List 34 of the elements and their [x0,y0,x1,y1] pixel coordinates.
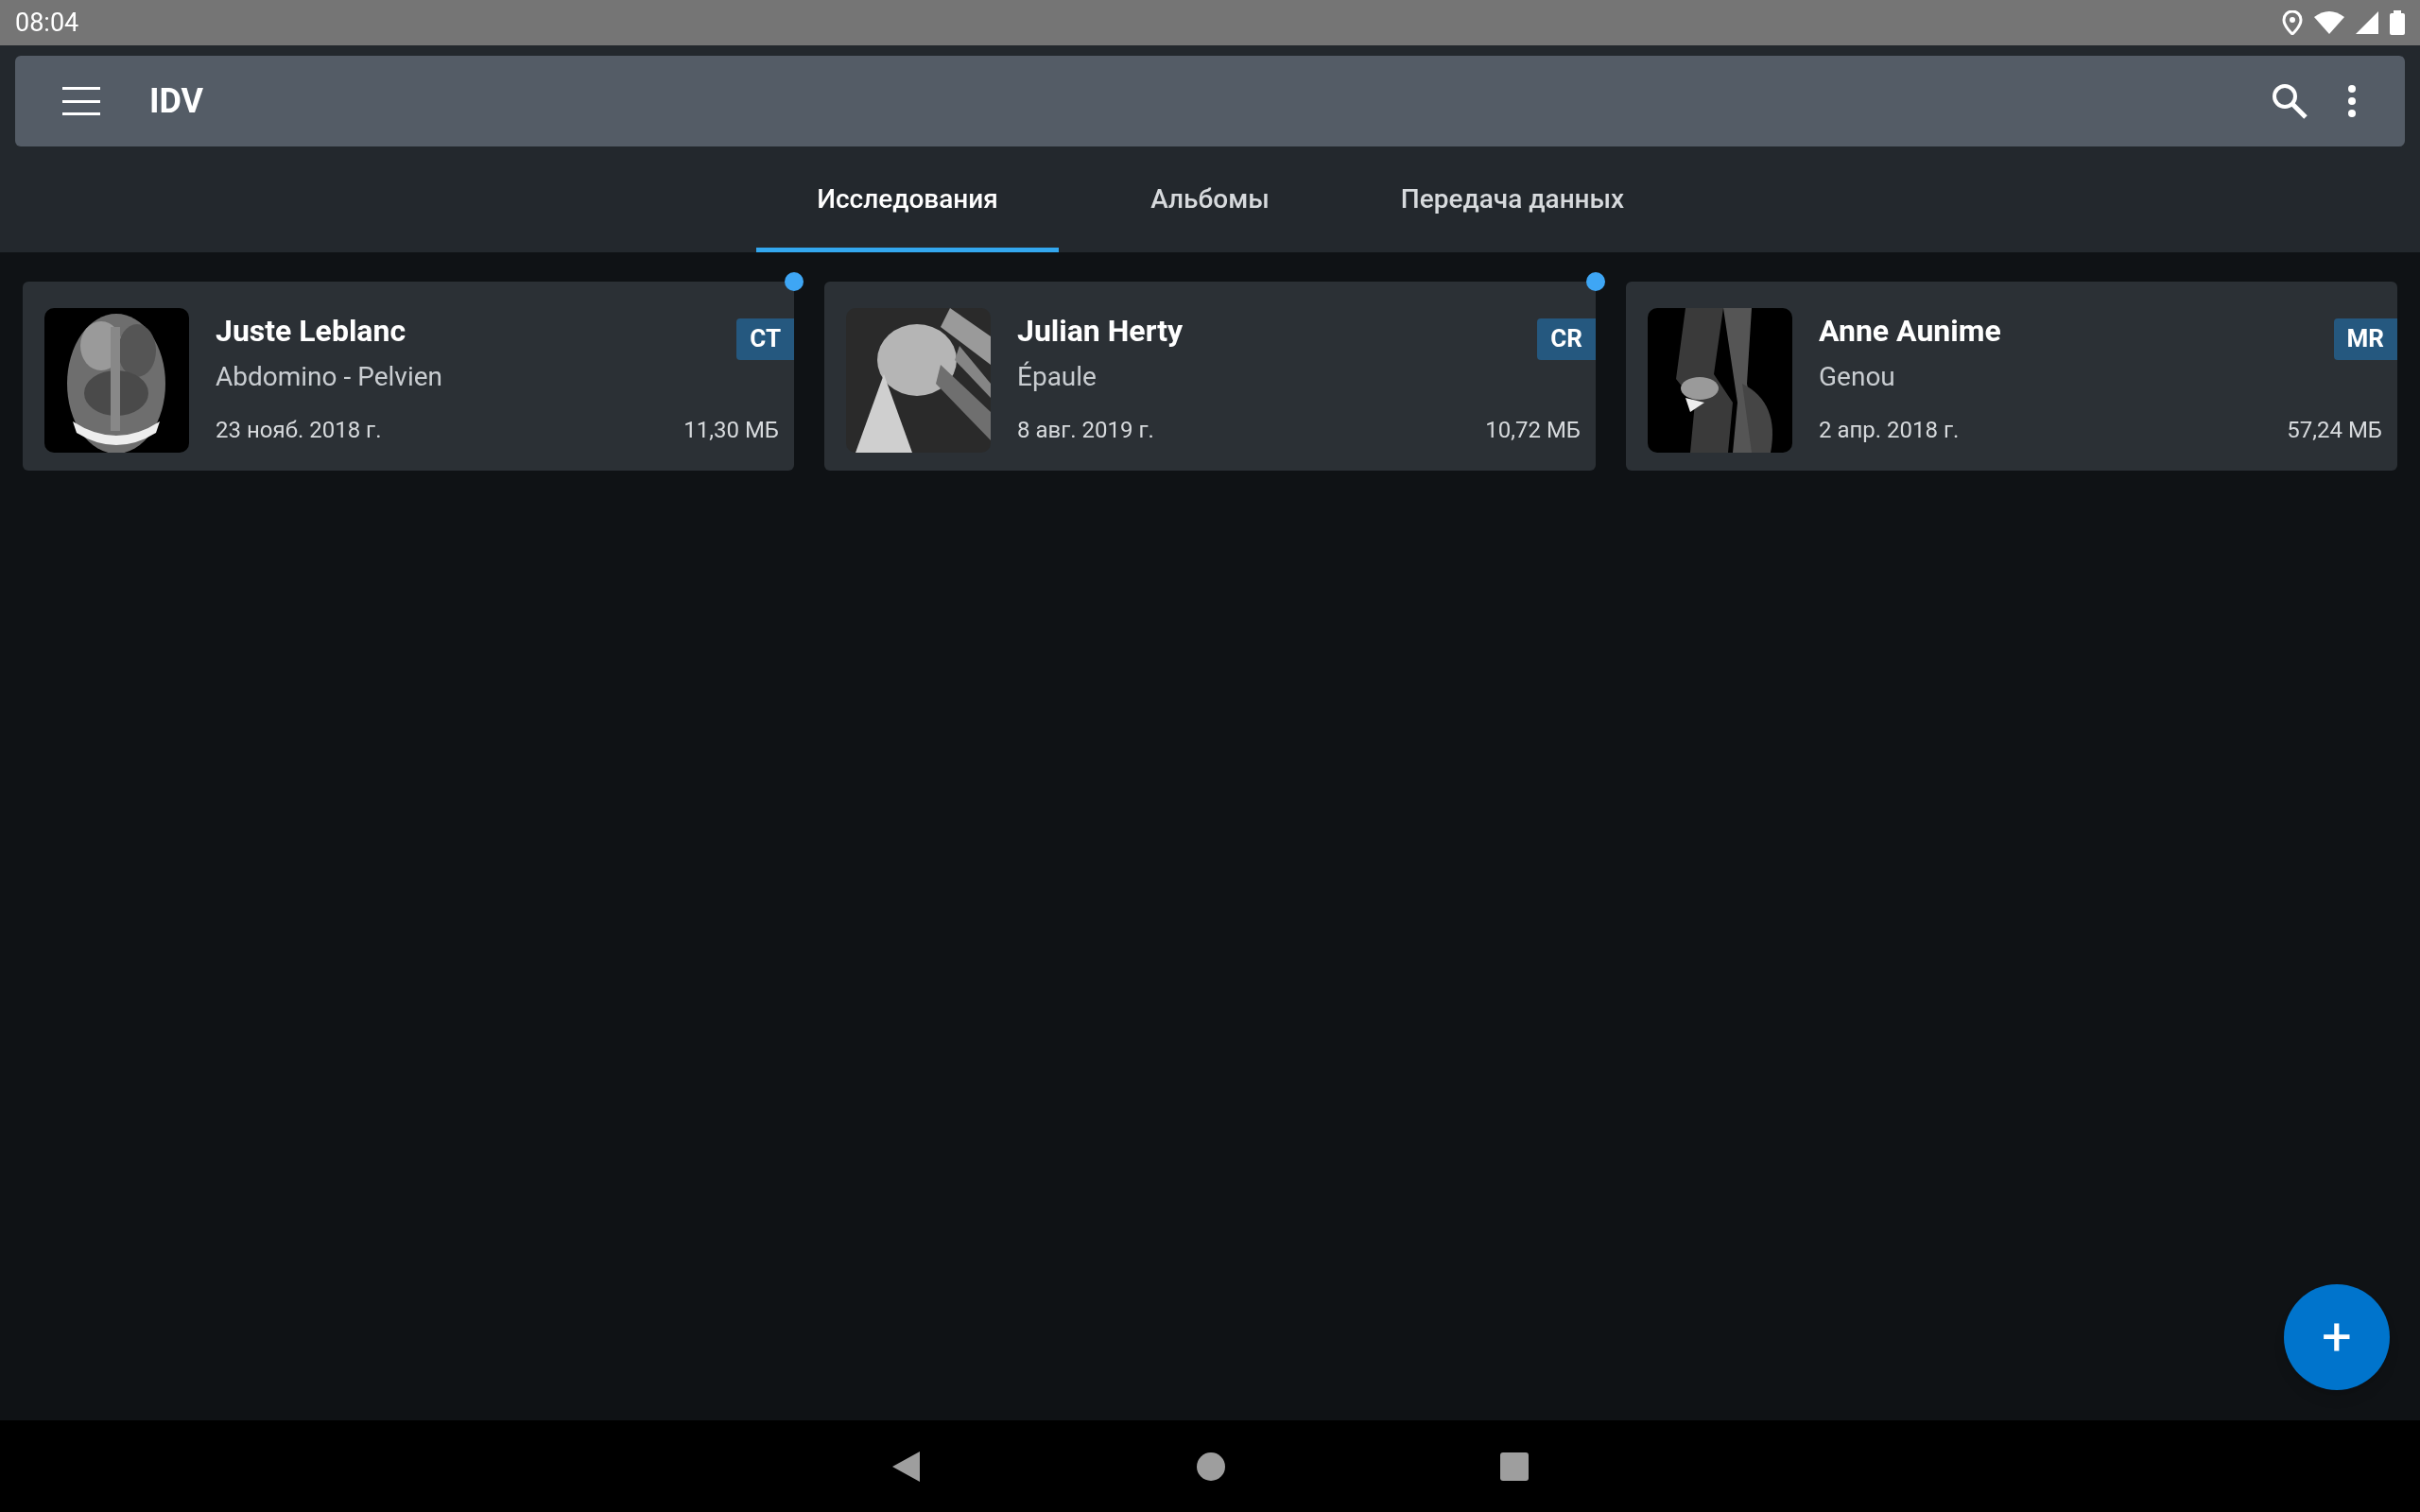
study-date: 23 нояб. 2018 г. [216,415,382,445]
more-options-icon[interactable] [2346,84,2358,118]
study-date: 2 апр. 2018 г. [1819,415,1960,445]
study-description: Genou [1819,359,1895,394]
back-icon[interactable] [891,1450,922,1483]
patient-name: Anne Aunime [1819,311,2001,351]
tab[interactable]: Исследования [756,146,1059,252]
study-card[interactable]: Anne Aunime MR Genou 2 апр. 2018 г. 57,24 МБ [1626,282,2397,471]
patient-name: Juste Leblanc [216,311,406,351]
wifi-icon [2314,11,2344,34]
app-title: IDV [149,80,204,123]
search-icon[interactable] [2271,82,2308,120]
signal-icon [2356,11,2378,34]
study-date: 8 авг. 2019 г. [1017,415,1154,445]
patient-name: Julian Herty [1017,311,1184,351]
status-time: 08:04 [15,6,79,40]
home-icon[interactable] [1196,1451,1226,1482]
modality-tag: MR [2333,318,2397,360]
recent-apps-icon[interactable] [1500,1452,1529,1481]
study-size: 11,30 МБ [683,415,779,445]
modality-tag: CT [736,318,794,360]
battery-icon [2390,10,2405,35]
location-icon [2282,10,2303,35]
study-size: 10,72 МБ [1485,415,1581,445]
modality-tag: CR [1537,318,1596,360]
add-button[interactable]: + [2284,1284,2390,1390]
study-size: 57,24 МБ [2287,415,2382,445]
study-card[interactable]: Julian Herty CR Épaule 8 авг. 2019 г. 10,72 МБ [824,282,1596,471]
study-card[interactable]: Juste Leblanc CT Abdomino - Pelvien 23 нояб. 2018 г. 11,30 МБ [23,282,794,471]
study-description: Épaule [1017,359,1097,394]
study-description: Abdomino - Pelvien [216,359,442,394]
tab[interactable]: Альбомы [1059,146,1361,252]
tab[interactable]: Передача данных [1361,146,1664,252]
menu-icon[interactable] [62,87,100,115]
